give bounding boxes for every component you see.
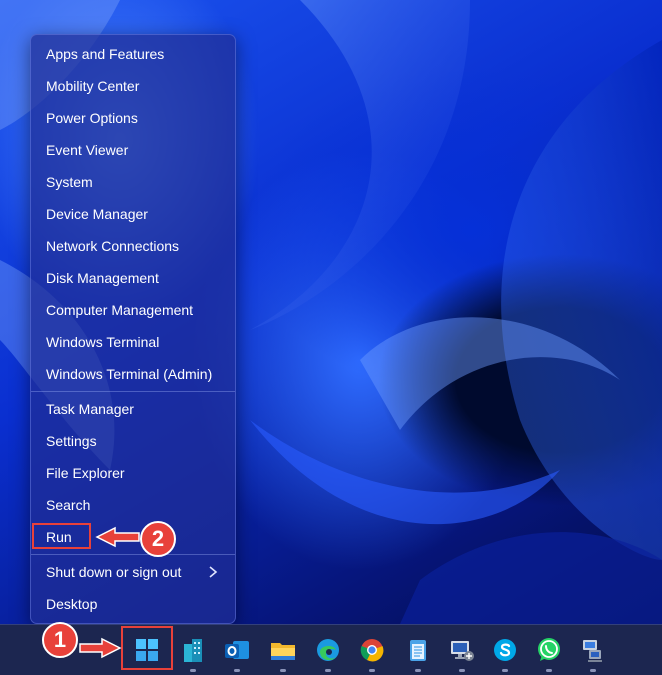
step-1-badge: 1 — [42, 622, 78, 658]
taskbar-app-chrome[interactable] — [357, 635, 387, 665]
chrome-icon — [360, 639, 384, 662]
taskbar-app-skype[interactable] — [490, 635, 520, 665]
menu-item-device-manager[interactable]: Device Manager — [31, 199, 235, 229]
menu-item-system[interactable]: System — [31, 167, 235, 197]
menu-item-mobility-center[interactable]: Mobility Center — [31, 71, 235, 101]
arrow-left-icon — [95, 526, 140, 548]
notepad-icon — [410, 640, 426, 661]
arrow-right-icon — [79, 637, 122, 659]
menu-item-power-options[interactable]: Power Options — [31, 103, 235, 133]
running-indicator — [415, 669, 421, 672]
menu-item-settings[interactable]: Settings — [31, 426, 235, 456]
menu-item-windows-terminal-admin[interactable]: Windows Terminal (Admin) — [31, 359, 235, 389]
menu-item-file-explorer[interactable]: File Explorer — [31, 458, 235, 488]
running-indicator — [459, 669, 465, 672]
running-indicator — [280, 669, 286, 672]
step-2-badge: 2 — [140, 521, 176, 557]
menu-item-task-manager[interactable]: Task Manager — [31, 394, 235, 424]
taskbar-app-edge[interactable] — [313, 635, 343, 665]
taskbar-app-whatsapp[interactable] — [534, 635, 564, 665]
running-indicator — [190, 669, 196, 672]
whatsapp-icon — [538, 638, 560, 661]
menu-item-desktop[interactable]: Desktop — [31, 589, 235, 619]
outlook-icon — [225, 641, 249, 659]
menu-divider — [31, 391, 235, 392]
chevron-right-icon — [209, 566, 218, 578]
skype-icon — [494, 639, 516, 661]
menu-item-event-viewer[interactable]: Event Viewer — [31, 135, 235, 165]
taskbar-app-notepad[interactable] — [403, 635, 433, 665]
start-highlight-box — [121, 626, 173, 670]
running-indicator — [234, 669, 240, 672]
running-indicator — [325, 669, 331, 672]
taskbar-app-remote-desktop[interactable] — [447, 635, 477, 665]
menu-divider — [31, 554, 235, 555]
office-buildings-icon — [184, 639, 202, 662]
remote-desktop-icon — [451, 641, 474, 661]
menu-item-windows-terminal[interactable]: Windows Terminal — [31, 327, 235, 357]
running-indicator — [369, 669, 375, 672]
taskbar-app-network[interactable] — [578, 635, 608, 665]
file-explorer-icon — [271, 643, 295, 660]
running-indicator — [502, 669, 508, 672]
menu-item-apps-and-features[interactable]: Apps and Features — [31, 39, 235, 69]
menu-item-shut-down-or-sign-out[interactable]: Shut down or sign out — [31, 557, 235, 587]
menu-item-computer-management[interactable]: Computer Management — [31, 295, 235, 325]
menu-item-disk-management[interactable]: Disk Management — [31, 263, 235, 293]
menu-item-network-connections[interactable]: Network Connections — [31, 231, 235, 261]
menu-item-search[interactable]: Search — [31, 490, 235, 520]
running-indicator — [546, 669, 552, 672]
run-highlight-box — [32, 523, 91, 549]
taskbar-app-buildings[interactable] — [178, 635, 208, 665]
network-computer-icon — [583, 640, 602, 662]
menu-item-label: Shut down or sign out — [46, 564, 182, 580]
taskbar-app-outlook[interactable] — [222, 635, 252, 665]
edge-icon — [317, 639, 339, 661]
taskbar-app-file-explorer[interactable] — [268, 635, 298, 665]
running-indicator — [590, 669, 596, 672]
